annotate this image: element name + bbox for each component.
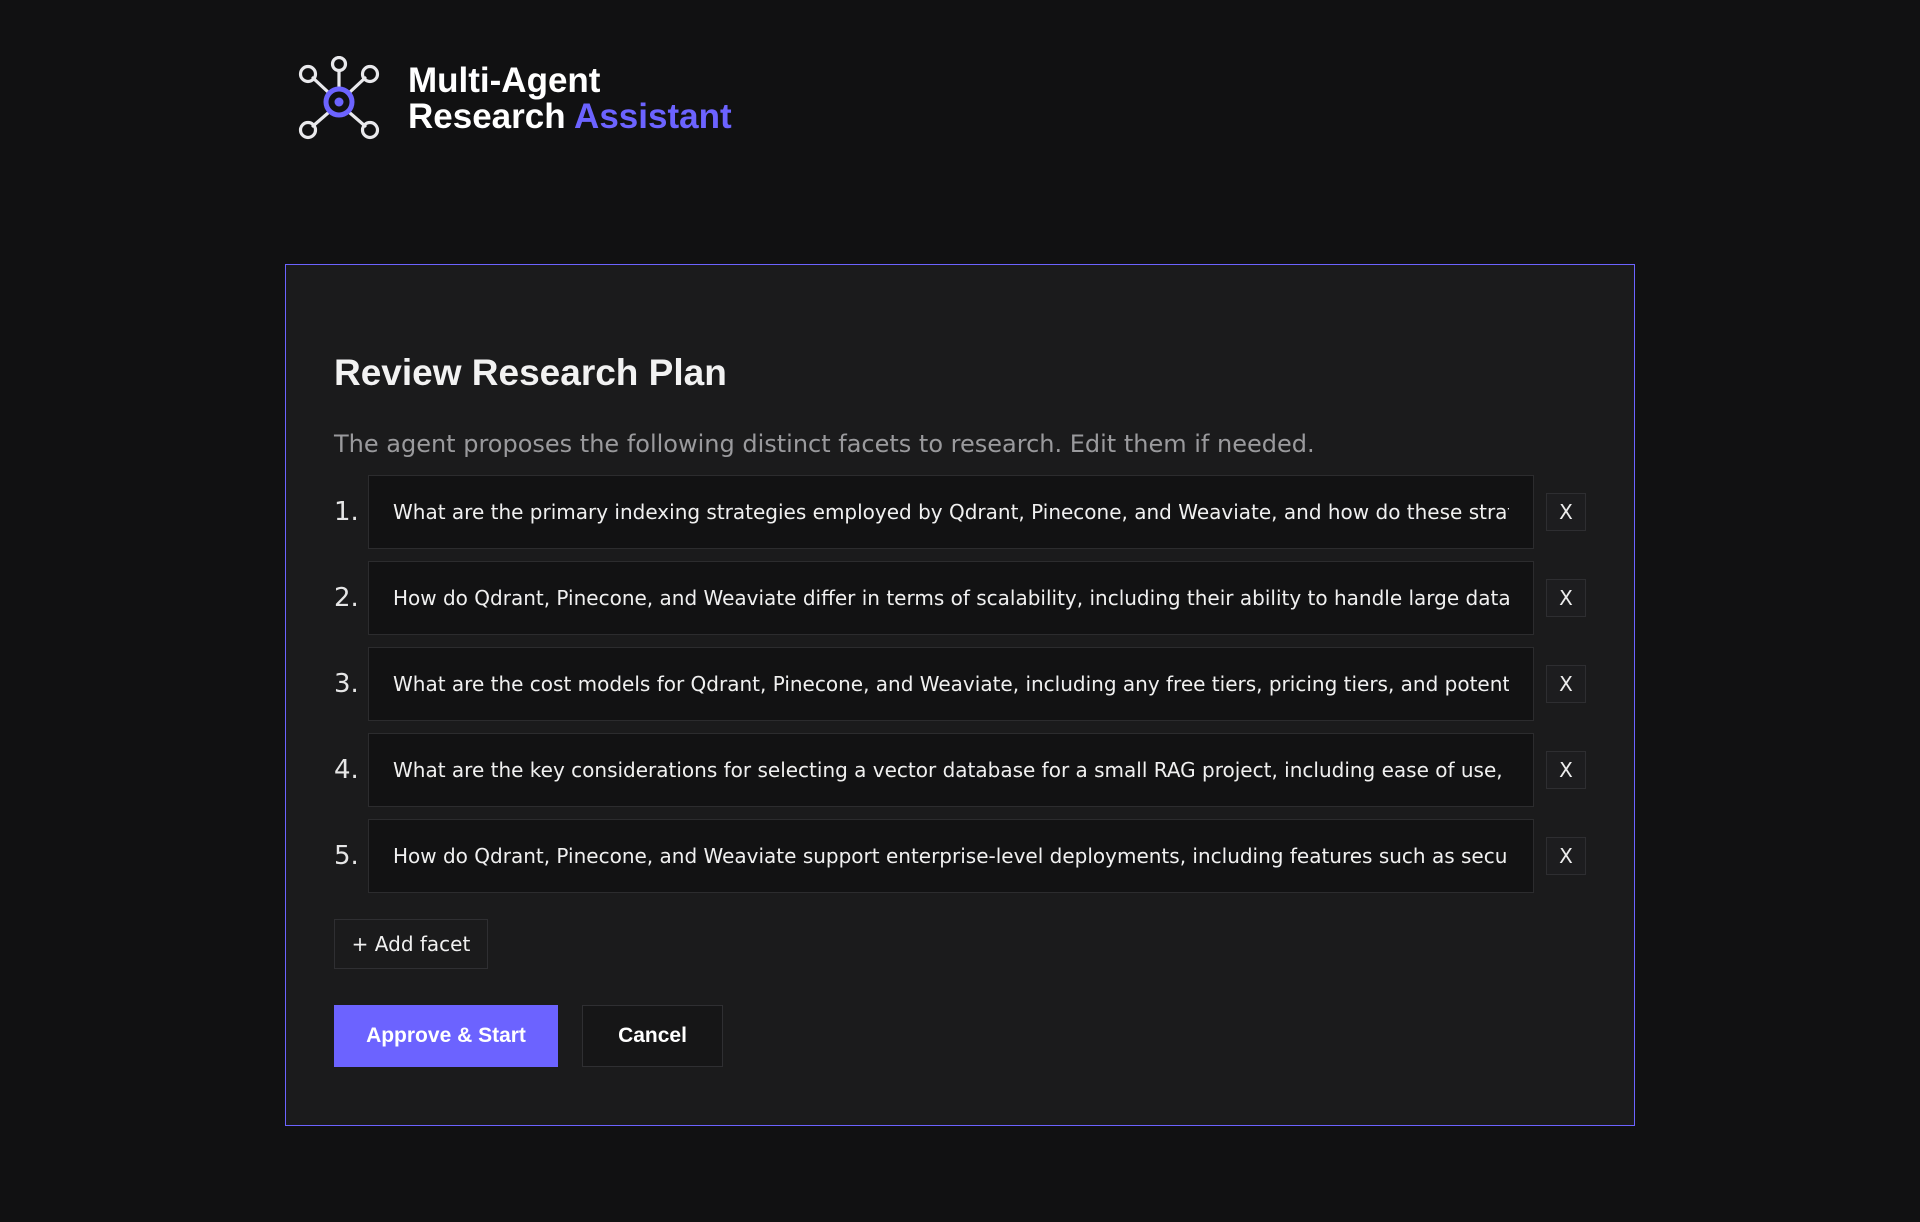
- facet-row: 4. What are the key considerations for s…: [334, 733, 1586, 807]
- facet-list: 1. What are the primary indexing strateg…: [334, 475, 1586, 893]
- remove-facet-button[interactable]: X: [1546, 837, 1586, 875]
- network-hub-icon: [298, 56, 380, 140]
- page-title: Review Research Plan: [334, 352, 727, 393]
- facet-input[interactable]: What are the key considerations for sele…: [368, 733, 1534, 807]
- app-title-line1: Multi-Agent: [408, 61, 601, 100]
- facet-row: 1. What are the primary indexing strateg…: [334, 475, 1586, 549]
- facet-row: 3. What are the cost models for Qdrant, …: [334, 647, 1586, 721]
- approve-start-button[interactable]: Approve & Start: [334, 1005, 558, 1067]
- page-subtitle: The agent proposes the following distinc…: [334, 430, 1315, 458]
- facet-input-value: What are the primary indexing strategies…: [393, 500, 1509, 524]
- add-facet-button[interactable]: + Add facet: [334, 919, 488, 969]
- app-title-line2: Research Assistant: [408, 99, 732, 135]
- facet-number: 2.: [334, 583, 359, 613]
- action-bar: Approve & Start Cancel: [334, 1005, 1586, 1067]
- facet-input[interactable]: How do Qdrant, Pinecone, and Weaviate su…: [368, 819, 1534, 893]
- app-title-accent: Assistant: [574, 97, 732, 136]
- cancel-button[interactable]: Cancel: [582, 1005, 723, 1067]
- facet-input-value: How do Qdrant, Pinecone, and Weaviate di…: [393, 586, 1509, 610]
- facet-number: 5.: [334, 841, 359, 871]
- facet-input-value: What are the cost models for Qdrant, Pin…: [393, 672, 1509, 696]
- app-title-prefix: Research: [408, 97, 566, 136]
- facet-input[interactable]: What are the primary indexing strategies…: [368, 475, 1534, 549]
- facet-number: 1.: [334, 497, 359, 527]
- facet-row: 2. How do Qdrant, Pinecone, and Weaviate…: [334, 561, 1586, 635]
- remove-facet-button[interactable]: X: [1546, 579, 1586, 617]
- facet-input-value: What are the key considerations for sele…: [393, 758, 1509, 782]
- remove-facet-button[interactable]: X: [1546, 493, 1586, 531]
- facet-row: 5. How do Qdrant, Pinecone, and Weaviate…: [334, 819, 1586, 893]
- facet-number: 4.: [334, 755, 359, 785]
- facet-input-value: How do Qdrant, Pinecone, and Weaviate su…: [393, 844, 1509, 868]
- app-title: Multi-Agent Research Assistant: [408, 63, 732, 135]
- research-plan-card: Review Research Plan The agent proposes …: [285, 264, 1635, 1126]
- facet-number: 3.: [334, 669, 359, 699]
- app-header: Multi-Agent Research Assistant: [298, 56, 732, 142]
- facet-input[interactable]: What are the cost models for Qdrant, Pin…: [368, 647, 1534, 721]
- facet-input[interactable]: How do Qdrant, Pinecone, and Weaviate di…: [368, 561, 1534, 635]
- remove-facet-button[interactable]: X: [1546, 665, 1586, 703]
- remove-facet-button[interactable]: X: [1546, 751, 1586, 789]
